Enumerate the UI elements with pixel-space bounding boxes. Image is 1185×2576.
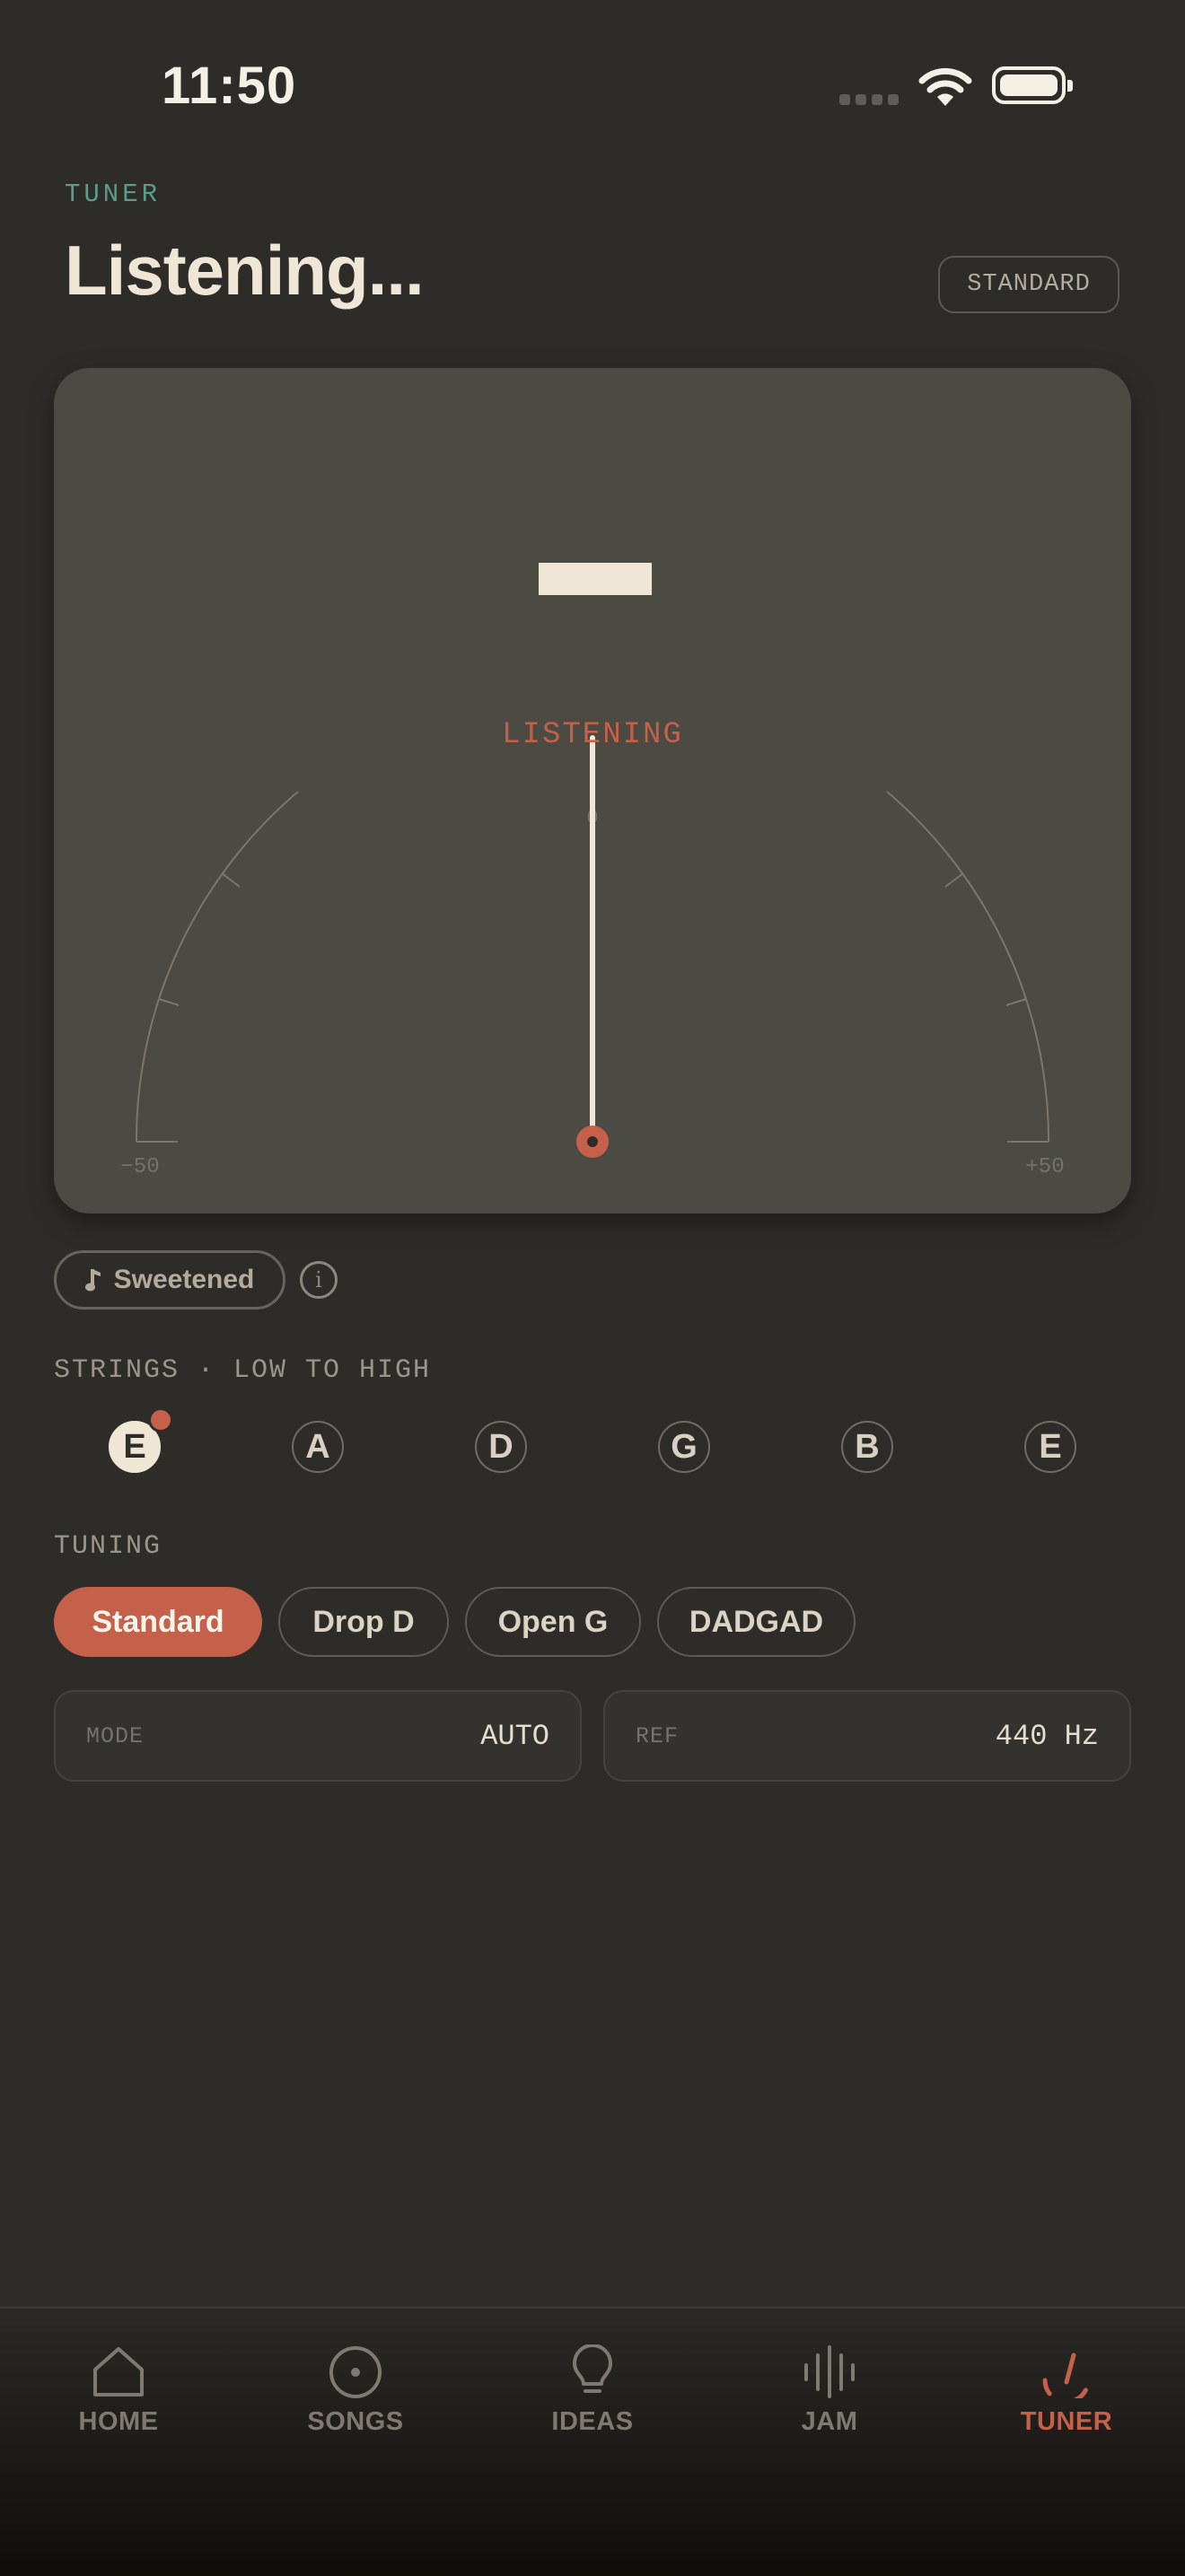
gauge-max-label: +50 (1025, 1155, 1064, 1179)
tuning-option-dadgad[interactable]: DADGAD (657, 1587, 856, 1657)
disc-icon (329, 2346, 382, 2398)
lightbulb-icon (573, 2344, 612, 2393)
string-button-d[interactable]: D (475, 1421, 527, 1473)
tab-jam-label: JAM (801, 2407, 858, 2436)
tuning-option-open-g[interactable]: Open G (465, 1587, 641, 1657)
tab-tuner-label: TUNER (1020, 2407, 1113, 2436)
ref-label: REF (636, 1722, 680, 1749)
gauge-tick (1005, 998, 1027, 1006)
status-time: 11:50 (162, 57, 297, 115)
info-icon[interactable]: i (300, 1261, 338, 1299)
tab-ideas[interactable]: IDEAS (503, 2344, 682, 2437)
mode-label: MODE (86, 1722, 145, 1749)
gauge-tick (158, 998, 180, 1006)
gauge-dial: 0 −50 +50 (120, 735, 1065, 1179)
gauge-min-label: −50 (120, 1155, 159, 1179)
bottom-tab-bar: HOME SONGS IDEAS JAM TUNER (0, 2307, 1185, 2576)
tuning-section-label: TUNING (54, 1531, 162, 1562)
detected-note-placeholder (539, 563, 652, 595)
page-title: Listening... (65, 231, 425, 310)
strings-section-label: STRINGS · LOW TO HIGH (54, 1355, 432, 1386)
tuner-icon (1042, 2353, 1091, 2398)
tab-jam[interactable]: JAM (740, 2344, 919, 2437)
tab-home[interactable]: HOME (29, 2344, 208, 2437)
tuning-badge[interactable]: STANDARD (938, 256, 1119, 313)
waveform-icon (804, 2345, 855, 2398)
string-button-a[interactable]: A (292, 1421, 344, 1473)
tuning-option-drop-d[interactable]: Drop D (278, 1587, 449, 1657)
tab-tuner[interactable]: TUNER (977, 2344, 1156, 2437)
tuner-gauge-card: 0 −50 +50 LISTENING (54, 368, 1131, 1214)
gauge-tick (221, 872, 241, 888)
gauge-right-arc (886, 791, 1050, 1143)
ref-value: 440 Hz (995, 1719, 1099, 1753)
wifi-icon (917, 65, 973, 112)
active-string-indicator (148, 1407, 173, 1433)
battery-icon (992, 66, 1073, 104)
listening-status: LISTENING (502, 718, 683, 752)
tab-ideas-label: IDEAS (551, 2407, 634, 2436)
tuning-option-standard[interactable]: Standard (54, 1587, 262, 1657)
tab-songs-label: SONGS (307, 2407, 404, 2436)
home-icon (93, 2347, 144, 2396)
cellular-signal-icon (839, 93, 904, 110)
string-button-g[interactable]: G (658, 1421, 710, 1473)
string-button-b[interactable]: B (841, 1421, 893, 1473)
string-button-high-e[interactable]: E (1024, 1421, 1076, 1473)
music-note-icon (84, 1269, 101, 1292)
reference-pitch-selector[interactable]: REF 440 Hz (603, 1690, 1131, 1782)
mode-selector[interactable]: MODE AUTO (54, 1690, 582, 1782)
gauge-tick (944, 872, 964, 888)
temperament-label: Sweetened (113, 1265, 255, 1294)
tab-home-label: HOME (78, 2407, 159, 2436)
section-eyebrow: TUNER (65, 180, 162, 209)
gauge-left-arc (135, 791, 299, 1143)
mode-value: AUTO (480, 1719, 549, 1753)
temperament-chip[interactable]: Sweetened (54, 1250, 285, 1310)
tab-songs[interactable]: SONGS (266, 2344, 445, 2437)
